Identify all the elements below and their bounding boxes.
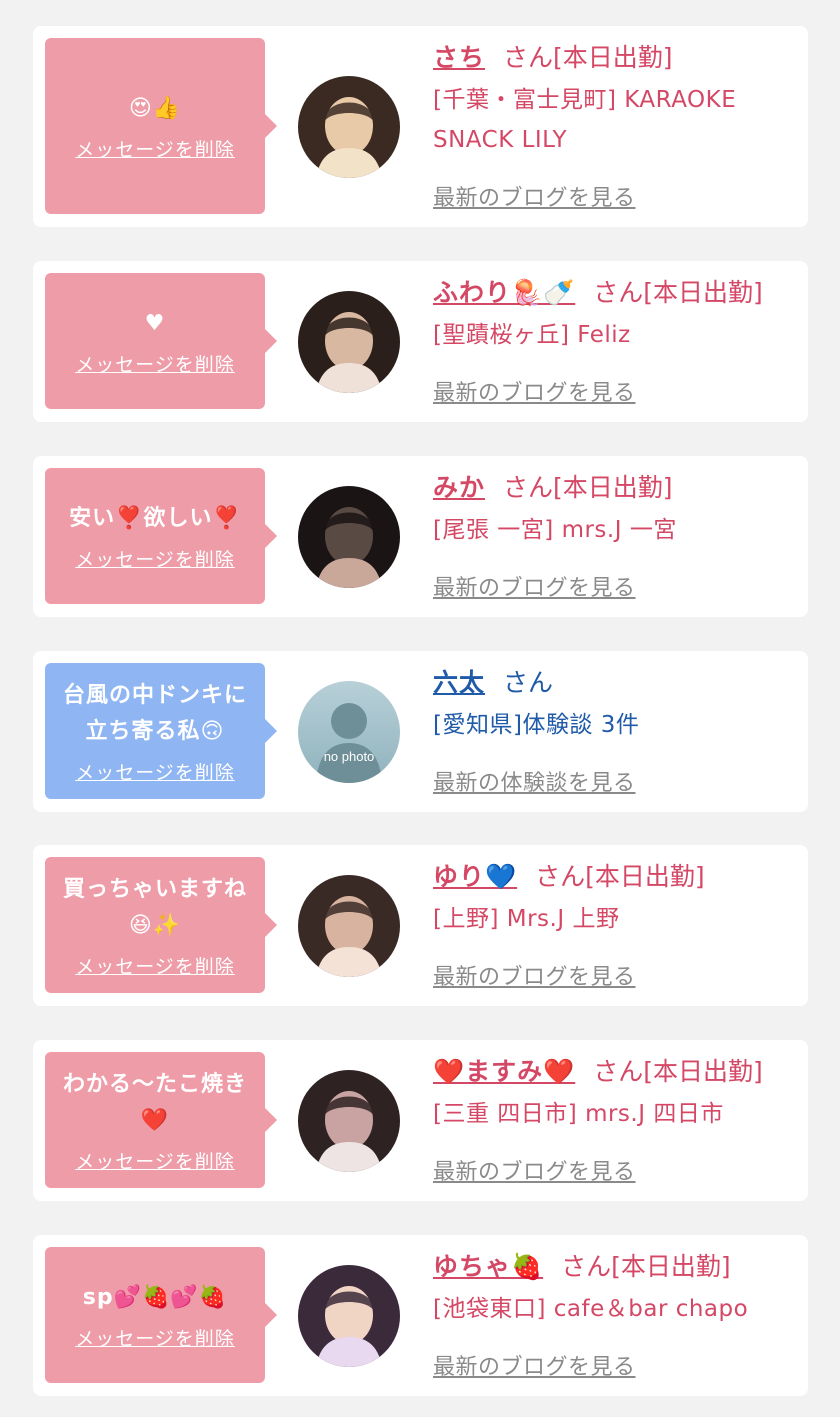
message-text: sp💕🍓💕🍓 [82, 1284, 228, 1310]
latest-blog-link[interactable]: 最新のブログを見る [433, 1349, 636, 1381]
delete-message-link[interactable]: メッセージを削除 [75, 952, 235, 979]
sender-name-link[interactable]: さち [433, 43, 485, 72]
avatar[interactable] [298, 75, 400, 178]
latest-blog-link[interactable]: 最新のブログを見る [433, 180, 636, 212]
latest-blog-link[interactable]: 最新のブログを見る [433, 375, 636, 407]
message-card: 台風の中ドンキに 立ち寄る私🙃 メッセージを削除 no photo 六太 さん [愛知県]体… [33, 651, 808, 812]
no-photo-label: no photo [324, 749, 375, 764]
message-text: ♥ [144, 310, 166, 336]
message-card: 安い❣️欲しい❣️ メッセージを削除 みか さん[本日出勤] [尾張 一宮] mrs.J… [33, 456, 808, 617]
sender-status: さん[本日出勤] [535, 862, 705, 891]
message-bubble: sp💕🍓💕🍓 メッセージを削除 [45, 1247, 277, 1383]
sender-line: ゆちゃ🍓 さん[本日出勤] [433, 1249, 798, 1285]
sender-info: ふわり🪼🍼 さん[本日出勤] [聖蹟桜ヶ丘] Feliz [433, 275, 798, 355]
sender-name-link[interactable]: みか [433, 473, 485, 502]
sender-status: さん[本日出勤] [503, 43, 673, 72]
message-card: sp💕🍓💕🍓 メッセージを削除 ゆちゃ🍓 さん[本日出勤] [池袋東口] cafe＆ba… [33, 1235, 808, 1396]
delete-message-link[interactable]: メッセージを削除 [75, 545, 235, 572]
sender-status: さん[本日出勤] [503, 473, 673, 502]
delete-message-link[interactable]: メッセージを削除 [75, 350, 235, 377]
sender-line: 六太 さん [433, 665, 798, 701]
sender-line: ふわり🪼🍼 さん[本日出勤] [433, 275, 798, 311]
sender-info: さち さん[本日出勤] [千葉・富士見町] KARAOKE SNACK LILY [433, 40, 798, 160]
message-list: 😍👍 メッセージを削除 さち さん[本日出勤] [千葉・富士見町] KARAOKE SN… [0, 0, 840, 1417]
message-text: わかる〜たこ焼き [62, 1071, 247, 1097]
delete-message-link[interactable]: メッセージを削除 [75, 758, 235, 785]
no-photo-avatar[interactable]: no photo [298, 680, 400, 783]
sender-status: さん[本日出勤] [561, 1252, 731, 1281]
message-text: 😍👍 [128, 95, 182, 121]
sender-status: さん[本日出勤] [593, 278, 763, 307]
sender-name-link[interactable]: ゆり💙 [433, 862, 517, 891]
sender-name-link[interactable]: ふわり🪼🍼 [433, 278, 575, 307]
delete-message-link[interactable]: メッセージを削除 [75, 1324, 235, 1351]
sender-info: ❤️ますみ❤️ さん[本日出勤] [三重 四日市] mrs.J 四日市 [433, 1054, 798, 1134]
message-bubble: わかる〜たこ焼き ❤️ メッセージを削除 [45, 1052, 277, 1188]
message-card: ♥ メッセージを削除 ふわり🪼🍼 さん[本日出勤] [聖蹟桜ヶ丘] Feliz 最新のブロ… [33, 261, 808, 422]
sender-name-link[interactable]: ❤️ますみ❤️ [433, 1057, 575, 1086]
delete-message-link[interactable]: メッセージを削除 [75, 135, 235, 162]
message-bubble: 😍👍 メッセージを削除 [45, 38, 277, 214]
latest-blog-link[interactable]: 最新のブログを見る [433, 570, 636, 602]
message-text: 台風の中ドンキに [62, 682, 247, 708]
shop-label: [三重 四日市] mrs.J 四日市 [433, 1101, 724, 1127]
latest-blog-link[interactable]: 最新のブログを見る [433, 959, 636, 991]
shop-label: [上野] Mrs.J 上野 [433, 906, 620, 932]
message-text: ❤️ [140, 1107, 170, 1133]
shop-label: [愛知県]体験談 3件 [433, 712, 640, 738]
shop-label: [聖蹟桜ヶ丘] Feliz [433, 322, 631, 348]
message-bubble: 台風の中ドンキに 立ち寄る私🙃 メッセージを削除 [45, 663, 277, 799]
sender-line: ❤️ますみ❤️ さん[本日出勤] [433, 1054, 798, 1090]
sender-line: さち さん[本日出勤] [433, 40, 798, 76]
message-bubble: 買っちゃいますね 😆✨ メッセージを削除 [45, 857, 277, 993]
sender-name-link[interactable]: 六太 [433, 668, 485, 697]
sender-line: ゆり💙 さん[本日出勤] [433, 859, 798, 895]
sender-status: さん [503, 668, 554, 697]
avatar[interactable] [298, 290, 400, 393]
message-card: わかる〜たこ焼き ❤️ メッセージを削除 ❤️ますみ❤️ さん[本日出勤] [三重 四日市… [33, 1040, 808, 1201]
shop-label: [池袋東口] cafe＆bar chapo [433, 1296, 749, 1322]
message-bubble: 安い❣️欲しい❣️ メッセージを削除 [45, 468, 277, 604]
latest-review-link[interactable]: 最新の体験談を見る [433, 765, 636, 797]
sender-name-link[interactable]: ゆちゃ🍓 [433, 1252, 543, 1281]
latest-blog-link[interactable]: 最新のブログを見る [433, 1154, 636, 1186]
avatar[interactable] [298, 485, 400, 588]
shop-label: [千葉・富士見町] KARAOKE SNACK LILY [433, 87, 737, 153]
sender-info: ゆちゃ🍓 さん[本日出勤] [池袋東口] cafe＆bar chapo [433, 1249, 798, 1329]
sender-line: みか さん[本日出勤] [433, 470, 798, 506]
message-text: 買っちゃいますね [62, 876, 247, 902]
avatar[interactable] [298, 874, 400, 977]
message-text: 安い❣️欲しい❣️ [69, 505, 241, 531]
message-text: 😆✨ [128, 912, 182, 938]
avatar[interactable] [298, 1069, 400, 1172]
sender-info: 六太 さん [愛知県]体験談 3件 [433, 665, 798, 745]
sender-info: みか さん[本日出勤] [尾張 一宮] mrs.J 一宮 [433, 470, 798, 550]
message-text: 立ち寄る私🙃 [85, 718, 225, 744]
sender-info: ゆり💙 さん[本日出勤] [上野] Mrs.J 上野 [433, 859, 798, 939]
message-bubble: ♥ メッセージを削除 [45, 273, 277, 409]
message-card: 買っちゃいますね 😆✨ メッセージを削除 ゆり💙 さん[本日出勤] [上野] Mrs.J … [33, 845, 808, 1006]
sender-status: さん[本日出勤] [593, 1057, 763, 1086]
message-card: 😍👍 メッセージを削除 さち さん[本日出勤] [千葉・富士見町] KARAOKE SN… [33, 26, 808, 227]
avatar[interactable] [298, 1264, 400, 1367]
delete-message-link[interactable]: メッセージを削除 [75, 1147, 235, 1174]
shop-label: [尾張 一宮] mrs.J 一宮 [433, 517, 677, 543]
